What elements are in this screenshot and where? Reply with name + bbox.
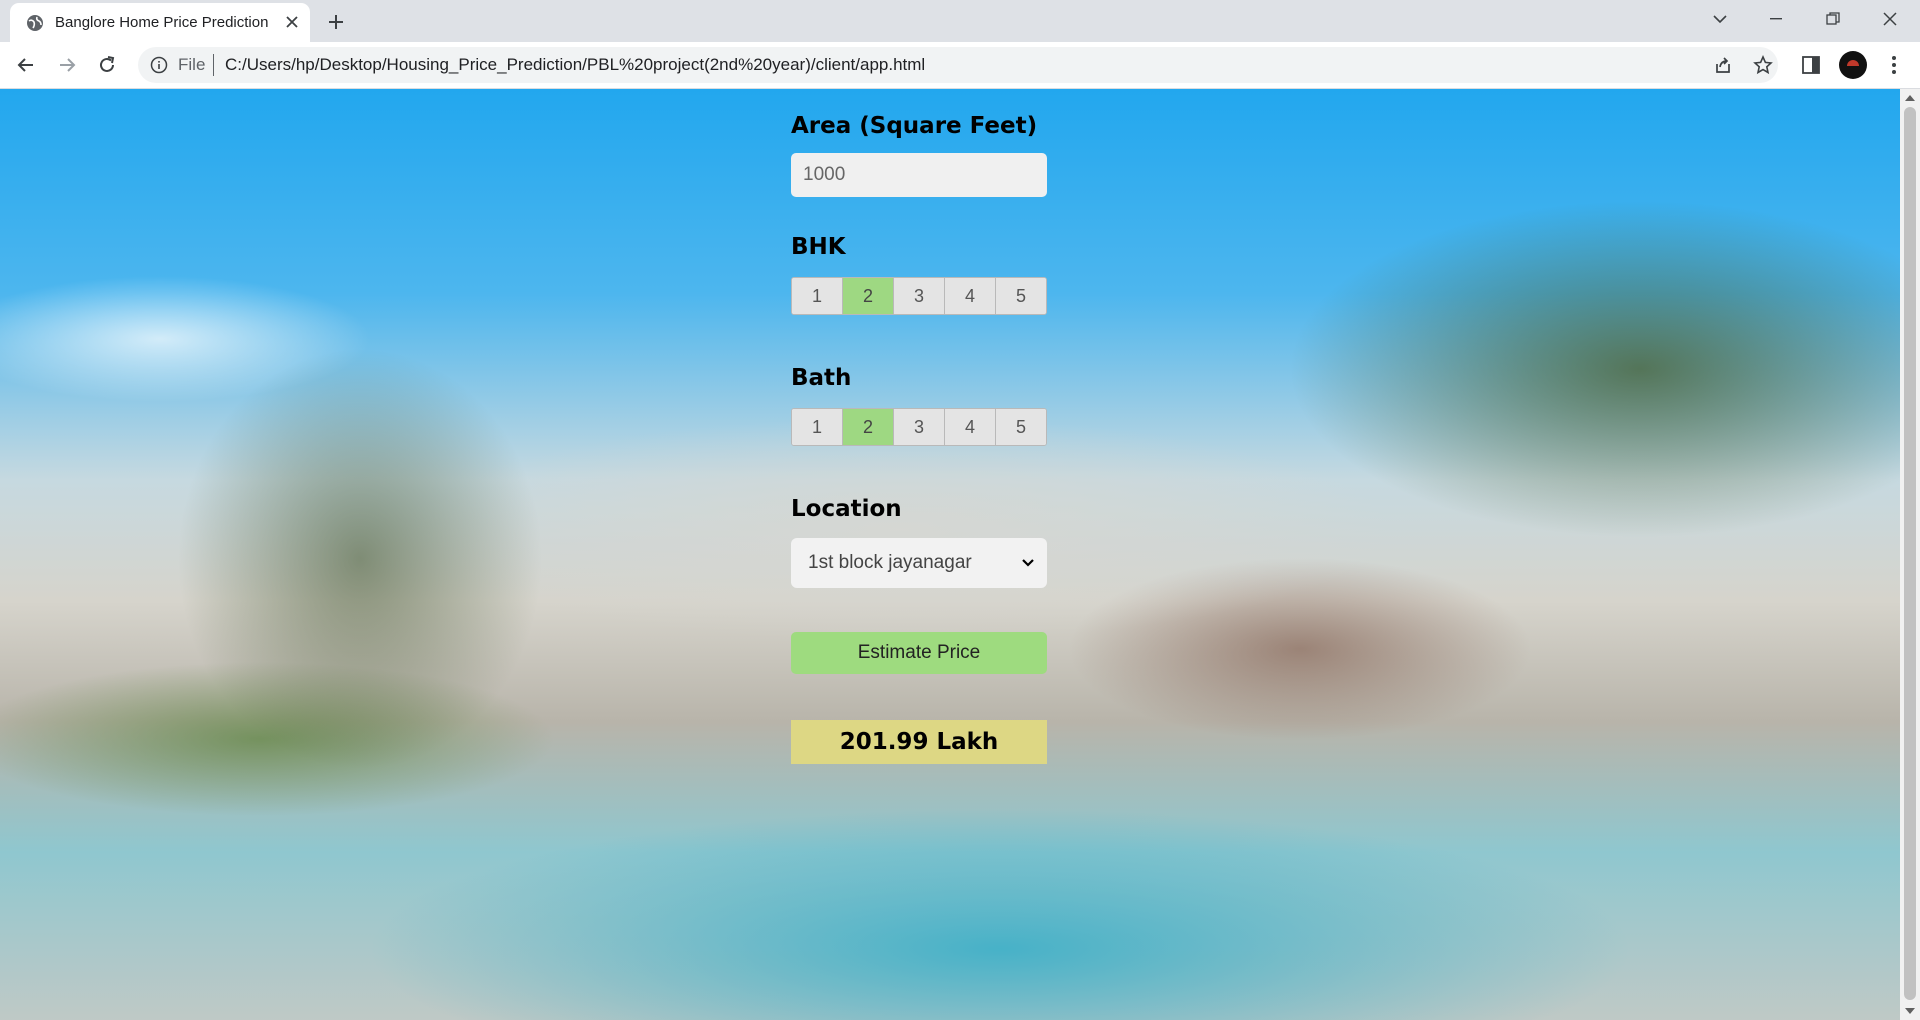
back-icon[interactable] [12, 51, 40, 79]
page-scrollbar[interactable] [1900, 89, 1920, 1020]
area-label: Area (Square Feet) [791, 113, 1038, 139]
bookmark-star-icon[interactable] [1751, 53, 1775, 77]
bhk-selector: 1 2 3 4 5 [791, 277, 1047, 315]
tab-search-icon[interactable] [1692, 0, 1748, 38]
bath-option-2[interactable]: 2 [843, 409, 894, 445]
browser-window: Banglore Home Price Prediction File C:/U… [0, 0, 1920, 1020]
bhk-option-5[interactable]: 5 [996, 278, 1046, 314]
browser-tab[interactable]: Banglore Home Price Prediction [10, 3, 310, 42]
new-tab-icon[interactable] [322, 8, 350, 36]
scroll-down-arrow-icon[interactable] [1905, 1008, 1915, 1014]
area-input[interactable] [791, 153, 1047, 197]
profile-avatar[interactable] [1839, 51, 1867, 79]
page-background: Area (Square Feet) BHK 1 2 3 4 5 Bath 1 … [0, 89, 1900, 1020]
estimate-price-button[interactable]: Estimate Price [791, 632, 1047, 674]
estimated-price-result: 201.99 Lakh [791, 720, 1047, 764]
bhk-option-2[interactable]: 2 [843, 278, 894, 314]
location-selected-value: 1st block jayanagar [808, 552, 972, 573]
restore-icon[interactable] [1805, 0, 1861, 38]
scheme-label: File [178, 55, 206, 74]
bath-label: Bath [791, 365, 852, 391]
bhk-option-4[interactable]: 4 [945, 278, 996, 314]
forward-icon[interactable] [53, 51, 81, 79]
bhk-option-1[interactable]: 1 [792, 278, 843, 314]
bath-option-4[interactable]: 4 [945, 409, 996, 445]
minimize-icon[interactable] [1748, 0, 1804, 38]
close-window-icon[interactable] [1862, 0, 1918, 38]
chevron-down-icon [1022, 559, 1034, 567]
browser-toolbar: File C:/Users/hp/Desktop/Housing_Price_P… [0, 42, 1920, 89]
bhk-option-3[interactable]: 3 [894, 278, 945, 314]
tab-title: Banglore Home Price Prediction [55, 14, 269, 31]
bath-selector: 1 2 3 4 5 [791, 408, 1047, 446]
tab-strip: Banglore Home Price Prediction [0, 0, 1920, 42]
scrollbar-thumb[interactable] [1904, 107, 1916, 1000]
url-text[interactable]: C:/Users/hp/Desktop/Housing_Price_Predic… [225, 55, 925, 75]
location-select[interactable]: 1st block jayanagar [791, 538, 1047, 588]
close-tab-icon[interactable] [280, 10, 304, 34]
side-panel-icon[interactable] [1799, 53, 1823, 77]
bath-option-1[interactable]: 1 [792, 409, 843, 445]
location-label: Location [791, 496, 902, 522]
globe-icon [27, 15, 43, 31]
share-icon[interactable] [1711, 53, 1735, 77]
scroll-up-arrow-icon[interactable] [1905, 95, 1915, 101]
kebab-menu-icon[interactable] [1882, 53, 1906, 77]
bath-option-3[interactable]: 3 [894, 409, 945, 445]
bhk-label: BHK [791, 234, 846, 260]
info-icon[interactable] [150, 56, 168, 74]
address-bar[interactable]: File C:/Users/hp/Desktop/Housing_Price_P… [138, 47, 1778, 83]
bath-option-5[interactable]: 5 [996, 409, 1046, 445]
address-separator [213, 54, 214, 76]
reload-icon[interactable] [93, 51, 121, 79]
